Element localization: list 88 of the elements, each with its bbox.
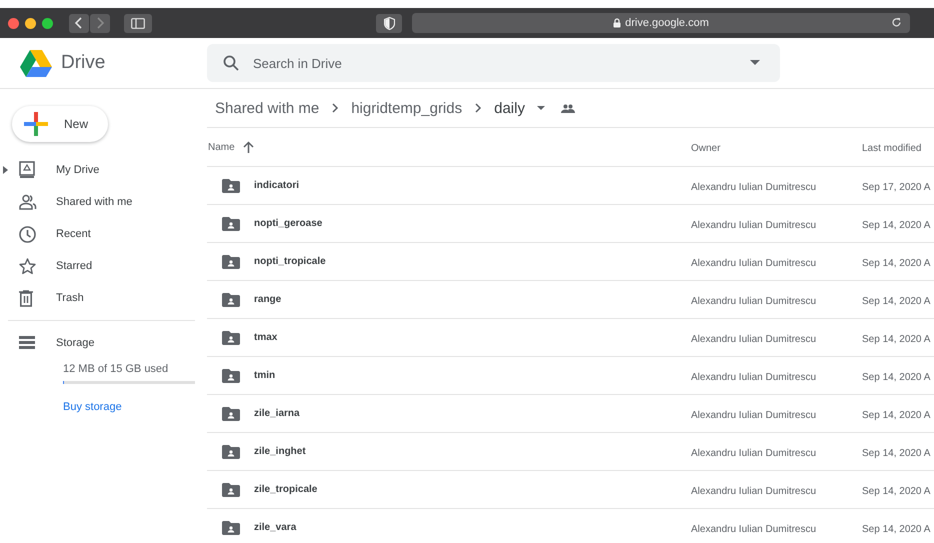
sort-arrow-up-icon[interactable] — [242, 141, 254, 153]
close-button[interactable] — [8, 18, 19, 28]
modified-cell: Sep 14, 2020 A — [862, 220, 930, 230]
storage-usage-text: 12 MB of 15 GB used — [63, 363, 170, 375]
modified-cell: Sep 17, 2020 A — [862, 182, 930, 192]
chevron-right-icon — [474, 102, 482, 114]
file-name[interactable]: zile_inghet — [254, 446, 306, 457]
drive-icon — [19, 161, 35, 179]
breadcrumb[interactable]: Shared with me — [213, 98, 322, 118]
breadcrumb[interactable]: higridtemp_grids — [349, 98, 464, 118]
file-name[interactable]: zile_iarna — [254, 408, 300, 419]
shared-folder-icon — [222, 482, 240, 496]
owner-cell: Alexandru Iulian Dumitrescu — [691, 372, 816, 382]
modified-cell: Sep 14, 2020 A — [862, 372, 930, 382]
owner-cell: Alexandru Iulian Dumitrescu — [691, 486, 816, 496]
drive-logo-icon — [20, 49, 52, 77]
lock-icon — [613, 18, 622, 28]
shared-folder-icon — [222, 444, 240, 458]
sidebar-item[interactable]: My Drive — [0, 154, 207, 186]
modified-cell: Sep 14, 2020 A — [862, 296, 930, 306]
plus-icon — [24, 112, 48, 136]
column-header[interactable]: Name — [208, 142, 235, 152]
file-name[interactable]: tmin — [254, 370, 276, 381]
modified-cell: Sep 14, 2020 A — [862, 486, 930, 496]
owner-cell: Alexandru Iulian Dumitrescu — [691, 410, 816, 420]
sidebar-item[interactable]: Trash — [0, 282, 207, 314]
clock-icon — [19, 226, 36, 242]
address-bar[interactable]: drive.google.com — [412, 13, 910, 33]
shield-icon — [384, 16, 394, 30]
shared-folder-icon — [222, 292, 240, 306]
shared-folder-icon — [222, 254, 240, 268]
search-field[interactable]: Search in Drive — [251, 54, 738, 72]
zoom-button[interactable] — [42, 18, 53, 28]
search-bar[interactable]: Search in Drive — [207, 44, 780, 82]
owner-cell: Alexandru Iulian Dumitrescu — [691, 334, 816, 344]
sidebar-button[interactable] — [124, 14, 152, 32]
sidebar-item[interactable]: Starred — [0, 250, 207, 282]
owner-cell: Alexandru Iulian Dumitrescu — [691, 524, 816, 534]
sidebar-item[interactable]: Recent — [0, 218, 207, 250]
expand-arrow-icon[interactable] — [3, 166, 8, 174]
owner-cell: Alexandru Iulian Dumitrescu — [691, 182, 816, 192]
shared-folder-icon — [222, 520, 240, 534]
file-name[interactable]: range — [254, 294, 282, 305]
storage-icon — [19, 336, 35, 350]
chevron-left-icon — [74, 17, 84, 29]
file-name[interactable]: tmax — [254, 332, 278, 343]
new-button[interactable]: New — [12, 106, 108, 142]
owner-cell: Alexandru Iulian Dumitrescu — [691, 220, 816, 230]
url-text: drive.google.com — [625, 17, 709, 29]
buy-storage-link[interactable]: Buy storage — [63, 401, 122, 413]
privacy-button[interactable] — [376, 14, 402, 32]
owner-cell: Alexandru Iulian Dumitrescu — [691, 258, 816, 268]
search-icon — [223, 55, 239, 71]
breadcrumb[interactable]: daily — [492, 98, 527, 118]
trash-icon — [19, 290, 33, 306]
app-title: Drive — [61, 52, 106, 74]
shared-folder-icon — [222, 406, 240, 420]
shared-folder-icon — [222, 330, 240, 344]
modified-cell: Sep 14, 2020 A — [862, 334, 930, 344]
owner-cell: Alexandru Iulian Dumitrescu — [691, 448, 816, 458]
file-name[interactable]: nopti_geroase — [254, 218, 322, 229]
column-header[interactable]: Last modified — [862, 143, 922, 154]
star-icon — [19, 258, 36, 274]
modified-cell: Sep 14, 2020 A — [862, 448, 930, 458]
owner-cell: Alexandru Iulian Dumitrescu — [691, 296, 816, 306]
file-name[interactable]: zile_tropicale — [254, 484, 318, 495]
shared-people-icon — [560, 104, 575, 112]
sidebar-icon — [131, 18, 145, 28]
file-name[interactable]: zile_vara — [254, 522, 296, 533]
modified-cell: Sep 14, 2020 A — [862, 524, 930, 534]
shared-folder-icon — [222, 368, 240, 382]
minimize-button[interactable] — [25, 18, 36, 28]
dropdown-caret-icon[interactable] — [536, 106, 545, 110]
back-button[interactable] — [69, 14, 89, 32]
modified-cell: Sep 14, 2020 A — [862, 258, 930, 268]
shared-folder-icon — [222, 178, 240, 192]
file-name[interactable]: indicatori — [254, 180, 300, 191]
dropdown-caret-icon[interactable] — [750, 60, 760, 66]
people-icon — [19, 194, 37, 210]
storage-label: Storage — [56, 337, 95, 349]
file-name[interactable]: nopti_tropicale — [254, 256, 326, 267]
reload-icon[interactable] — [891, 17, 902, 28]
modified-cell: Sep 14, 2020 A — [862, 410, 930, 420]
shared-folder-icon — [222, 216, 240, 230]
chevron-right-icon — [95, 17, 105, 29]
chevron-right-icon — [331, 102, 340, 114]
sidebar-item[interactable]: Shared with me — [0, 186, 207, 218]
column-header[interactable]: Owner — [691, 143, 720, 154]
